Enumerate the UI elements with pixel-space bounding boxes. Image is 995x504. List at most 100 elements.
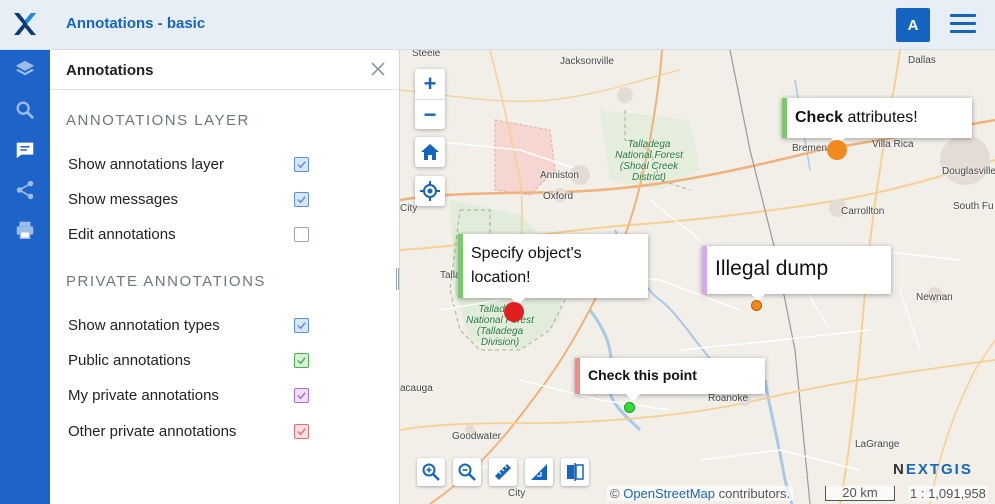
place-label: acauga	[400, 383, 433, 394]
swipe-compare-button[interactable]	[561, 458, 589, 486]
row-label: Show annotations layer	[68, 156, 224, 173]
nav-search-button[interactable]	[0, 92, 50, 128]
place-label: Anniston	[540, 170, 579, 181]
place-label: Bremen	[792, 143, 828, 154]
place-label: City	[508, 488, 526, 499]
zoom-in-button[interactable]: +	[415, 69, 445, 99]
place-label: Steele	[412, 50, 441, 59]
locate-button[interactable]	[415, 176, 445, 206]
checkbox-show-annotation-types[interactable]	[294, 318, 309, 333]
row-edit-annotations[interactable]: Edit annotations	[68, 226, 309, 243]
left-nav	[0, 50, 50, 504]
place-label: Dallas	[908, 55, 936, 66]
row-label: Show annotation types	[68, 317, 220, 334]
close-icon[interactable]	[369, 60, 387, 78]
share-icon	[16, 180, 34, 200]
panel-title: Annotations	[66, 62, 154, 79]
home-icon	[421, 144, 439, 160]
measure-distance-button[interactable]	[489, 458, 517, 486]
nav-layers-button[interactable]	[0, 51, 50, 87]
annotations-panel: Annotations ANNOTATIONS LAYER Show annot…	[50, 50, 400, 504]
annotation-popup[interactable]: Specify object's location!	[458, 234, 648, 305]
place-label: Carrollton	[841, 206, 885, 217]
brand-part: EXTGIS	[905, 461, 973, 478]
checkbox-edit-annotations[interactable]	[294, 227, 309, 242]
zoom-control: + −	[415, 69, 445, 129]
checkbox-show-annotations-layer[interactable]	[294, 157, 309, 172]
annotation-bold: Check	[795, 109, 844, 126]
zoom-in-tool-button[interactable]	[417, 458, 445, 486]
forest-label: Talladega National Forest (Talladega Div…	[466, 304, 534, 348]
panel-resize-handle[interactable]	[396, 268, 399, 290]
print-icon	[16, 221, 34, 239]
row-label: My private annotations	[68, 387, 219, 404]
annotation-marker[interactable]	[504, 302, 524, 322]
hamburger-menu-icon[interactable]	[950, 14, 976, 36]
annotation-marker[interactable]	[827, 140, 847, 160]
map-attribution: © OpenStreetMap contributors.	[607, 486, 794, 501]
annotation-body: Specify object's location!	[471, 245, 582, 286]
swipe-compare-icon	[567, 463, 584, 481]
place-label: Jacksonville	[560, 56, 614, 67]
place-label: Goodwater	[452, 431, 501, 442]
osm-link[interactable]: OpenStreetMap	[623, 486, 715, 501]
search-icon	[16, 101, 34, 119]
attribution-suffix: contributors.	[714, 486, 791, 501]
annotation-marker[interactable]	[624, 402, 635, 413]
row-label: Edit annotations	[68, 226, 176, 243]
annotation-body: Illegal dump	[715, 257, 829, 280]
annotation-popup[interactable]: Check this point	[575, 358, 765, 401]
locate-icon	[420, 181, 440, 201]
place-label: Villa Rica	[872, 139, 914, 150]
row-other-private-annotations[interactable]: Other private annotations	[68, 423, 309, 440]
place-label: Oxford	[543, 191, 574, 202]
place-label: LaGrange	[855, 439, 900, 450]
nextgis-logo-icon[interactable]	[12, 11, 38, 37]
row-show-annotation-types[interactable]: Show annotation types	[68, 317, 309, 334]
row-show-messages[interactable]: Show messages	[68, 191, 309, 208]
measure-area-button[interactable]	[525, 458, 553, 486]
nav-print-button[interactable]	[0, 212, 50, 248]
annotation-marker[interactable]	[751, 300, 762, 311]
annotation-body: attributes!	[843, 109, 918, 126]
app-header: Annotations - basic A	[0, 0, 995, 50]
checkbox-my-private-annotations[interactable]	[294, 388, 309, 403]
user-avatar[interactable]: A	[896, 8, 930, 42]
annotation-text: Check attributes!	[795, 109, 918, 127]
row-label: Show messages	[68, 191, 179, 208]
place-label: Roanoke	[708, 393, 749, 404]
annotation-popup[interactable]: Check attributes!	[782, 98, 972, 145]
zoom-out-button[interactable]: −	[415, 99, 445, 129]
zoom-out-tool-button[interactable]	[453, 458, 481, 486]
home-button[interactable]	[415, 137, 445, 167]
place-label: South Fu	[953, 201, 994, 212]
nav-share-button[interactable]	[0, 172, 50, 208]
measure-distance-icon	[495, 464, 511, 480]
annotation-popup[interactable]: Illegal dump	[702, 246, 891, 301]
chat-icon	[16, 142, 34, 159]
row-my-private-annotations[interactable]: My private annotations	[68, 387, 309, 404]
nextgis-brand: NEXTGIS	[893, 461, 973, 478]
attribution-prefix: ©	[610, 486, 624, 501]
measure-area-icon	[531, 464, 547, 480]
annotation-body: Check this point	[588, 367, 697, 383]
scale-bar: 20 km	[825, 486, 895, 501]
checkbox-public-annotations[interactable]	[294, 353, 309, 368]
map-view[interactable]: Steele Jacksonville Anniston Oxford Brem…	[400, 50, 995, 504]
zoom-in-tool-icon	[422, 463, 440, 481]
checkbox-show-messages[interactable]	[294, 192, 309, 207]
panel-header: Annotations	[50, 50, 399, 90]
place-label: Douglasville	[942, 166, 995, 177]
section-title-private-annotations: PRIVATE ANNOTATIONS	[66, 273, 266, 290]
place-label: Newnan	[916, 292, 953, 303]
page-title: Annotations - basic	[66, 15, 206, 32]
zoom-out-tool-icon	[458, 463, 476, 481]
scale-ratio: 1 : 1,091,958	[908, 486, 988, 501]
row-public-annotations[interactable]: Public annotations	[68, 352, 309, 369]
forest-label: Talladega National Forest (Shoal Creek D…	[615, 139, 683, 183]
checkbox-other-private-annotations[interactable]	[294, 424, 309, 439]
row-label: Public annotations	[68, 352, 191, 369]
row-show-annotations-layer[interactable]: Show annotations layer	[68, 156, 309, 173]
layers-icon	[15, 60, 35, 76]
nav-annotations-button[interactable]	[0, 132, 50, 168]
